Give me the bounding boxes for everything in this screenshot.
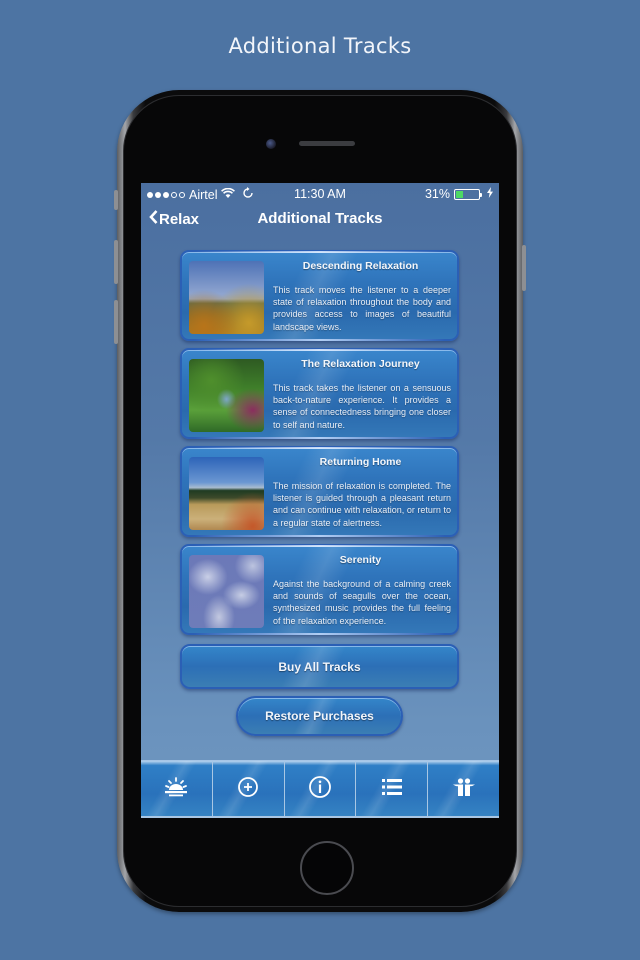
page-heading: Additional Tracks (228, 34, 412, 58)
tab-additional-tracks[interactable] (212, 761, 285, 818)
tab-share[interactable] (428, 761, 499, 818)
track-title: Serenity (339, 554, 382, 566)
tab-relax[interactable] (141, 761, 213, 818)
track-thumbnail (189, 555, 264, 628)
track-thumbnail (189, 359, 264, 432)
power-button (522, 245, 526, 291)
sunrise-icon (162, 773, 190, 805)
nav-title: Additional Tracks (257, 210, 383, 227)
volume-up-button (114, 240, 118, 284)
earpiece-speaker (299, 141, 355, 146)
track-description: This track takes the listener on a sensu… (273, 383, 451, 430)
status-bar: Airtel 11:30 AM 31% (141, 183, 499, 205)
track-card-returning-home[interactable]: Returning Home The mission of relaxation… (180, 446, 459, 537)
track-title: The Relaxation Journey (301, 358, 420, 370)
volume-down-button (114, 300, 118, 344)
track-title: Descending Relaxation (302, 260, 419, 272)
front-camera (266, 139, 276, 149)
track-description: The mission of relaxation is completed. … (273, 481, 451, 528)
buy-all-tracks-button[interactable]: Buy All Tracks (180, 644, 459, 689)
tab-info[interactable] (284, 761, 357, 818)
track-thumbnail (189, 457, 264, 530)
battery-level (456, 190, 463, 198)
charging-bolt-icon (487, 187, 493, 201)
home-button[interactable] (300, 841, 354, 895)
track-list: Descending Relaxation This track moves t… (180, 250, 459, 642)
list-icon (378, 773, 406, 805)
track-card-relaxation-journey[interactable]: The Relaxation Journey This track takes … (180, 348, 459, 439)
track-thumbnail (189, 261, 264, 334)
battery-percent: 31% (424, 187, 450, 201)
track-description: Against the background of a calming cree… (273, 579, 451, 626)
plus-circle-icon (234, 773, 262, 805)
track-description: This track moves the listener to a deepe… (273, 285, 451, 332)
tab-list[interactable] (356, 761, 429, 818)
restore-purchases-button[interactable]: Restore Purchases (236, 696, 403, 736)
track-card-serenity[interactable]: Serenity Against the background of a cal… (180, 544, 459, 635)
navigation-bar: Relax Additional Tracks (141, 205, 499, 235)
people-icon (450, 773, 478, 805)
track-title: Returning Home (319, 456, 402, 468)
mute-switch (114, 190, 118, 210)
tab-bar (141, 760, 499, 818)
track-card-descending-relaxation[interactable]: Descending Relaxation This track moves t… (180, 250, 459, 341)
battery-icon (454, 188, 482, 200)
app-screen: Airtel 11:30 AM 31% Relax Additional Tra… (141, 183, 499, 818)
info-circle-icon (306, 773, 334, 805)
